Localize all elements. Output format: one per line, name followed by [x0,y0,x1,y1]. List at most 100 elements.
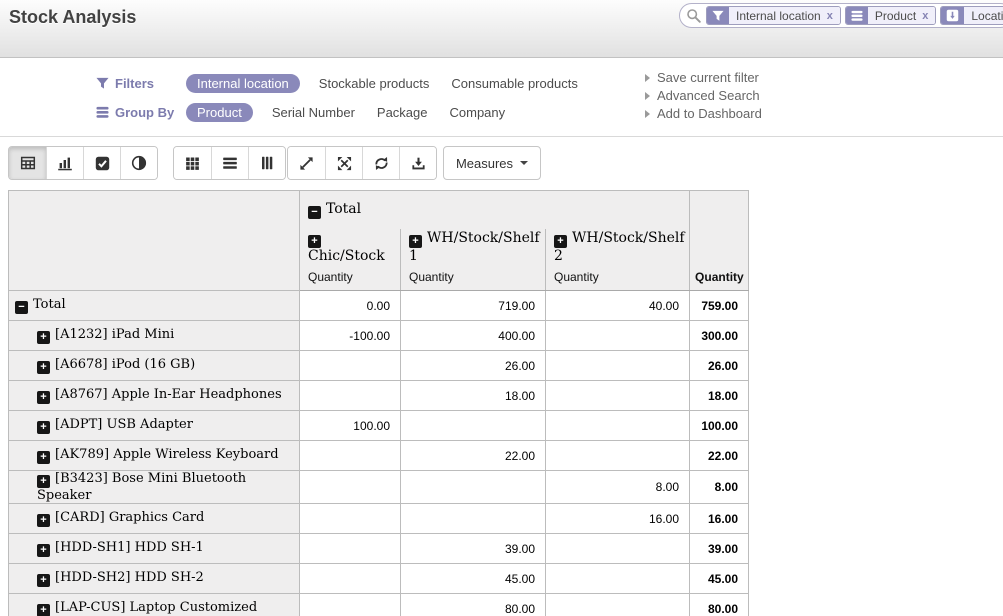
row-label-text: [B3423] Bose Mini Bluetooth Speaker [37,471,246,503]
adjust-contrast-view-button[interactable] [120,147,157,179]
group-by-option-serial-number[interactable]: Serial Number [263,103,364,122]
search-facet-filter[interactable]: Internal location x [706,6,841,25]
row-total-cell: 759.00 [690,291,749,321]
triangle-right-icon [645,92,650,100]
search-facet-measure[interactable]: Location x [940,6,1003,25]
row-expand-icon[interactable]: + [37,475,50,488]
pivot-corner-cell [9,191,300,291]
search-side-menu: Save current filter Advanced Search Add … [645,71,762,120]
value-cell [300,471,401,504]
row-label-text: [LAP-CUS] Laptop Customized [55,600,257,615]
col-group-total[interactable]: −Total [300,191,690,229]
bar-chart-view-button[interactable] [46,147,83,179]
row-label-cell[interactable]: + [LAP-CUS] Laptop Customized [9,594,300,616]
value-cell [546,534,690,564]
value-cell: 22.00 [401,441,546,471]
row-expand-icon[interactable]: + [37,604,50,616]
value-cell: 100.00 [300,411,401,441]
col-header-wh-stock-shelf-2[interactable]: +WH/Stock/Shelf 2 [546,229,690,265]
measure-arrow-icon [941,7,964,24]
refresh-button[interactable] [362,147,399,179]
row-label-cell[interactable]: +[HDD-SH1] HDD SH-1 [9,534,300,564]
measure-header[interactable]: Quantity [546,265,690,291]
row-expand-icon[interactable]: + [37,574,50,587]
facet-remove-button[interactable]: x [922,10,928,22]
col-header-chic-stock[interactable]: +Chic/Stock [300,229,401,265]
row-label-cell[interactable]: +[HDD-SH2] HDD SH-2 [9,564,300,594]
row-label-cell[interactable]: +[A1232] iPad Mini [9,321,300,351]
row-expand-icon[interactable]: + [37,391,50,404]
row-total-cell: 16.00 [690,504,749,534]
expand-icon[interactable]: + [308,235,321,248]
row-label-cell[interactable]: +[CARD] Graphics Card [9,504,300,534]
measure-header[interactable]: Quantity [300,265,401,291]
expand-icon[interactable]: + [409,235,422,248]
save-current-filter-item[interactable]: Save current filter [645,71,762,84]
row-label-cell[interactable]: +[B3423] Bose Mini Bluetooth Speaker [9,471,300,504]
group-by-option-product[interactable]: Product [186,103,253,122]
row-expand-icon[interactable]: + [37,514,50,527]
grid-cells-button[interactable] [174,147,211,179]
row-expand-icon[interactable]: + [37,451,50,464]
row-label-cell[interactable]: +[A8767] Apple In-Ear Headphones [9,381,300,411]
value-cell [546,594,690,616]
row-label-text: [ADPT] USB Adapter [55,417,193,432]
facet-label-text: Internal location [736,9,821,23]
group-by-option-package[interactable]: Package [368,103,437,122]
value-cell: 40.00 [546,291,690,321]
group-by-row: Group By Product Serial Number Package C… [96,102,591,123]
group-by-option-company[interactable]: Company [441,103,515,122]
filter-panel: Filters Internal location Stockable prod… [0,58,1003,137]
row-label-cell[interactable]: + [A6678] iPod (16 GB) [9,351,300,381]
value-cell [300,381,401,411]
group-by-heading[interactable]: Group By [96,105,186,120]
add-to-dashboard-item[interactable]: Add to Dashboard [645,107,762,120]
value-cell: 80.00 [401,594,546,616]
facet-remove-button[interactable]: x [827,10,833,22]
row-expand-icon[interactable]: + [37,544,50,557]
row-collapse-icon[interactable]: − [15,301,28,314]
expand-button[interactable] [288,147,325,179]
expand-icon[interactable]: + [554,235,567,248]
col-header-wh-stock-shelf-1[interactable]: +WH/Stock/Shelf 1 [401,229,546,265]
row-expand-icon[interactable]: + [37,361,50,374]
download-button[interactable] [399,147,436,179]
measure-header[interactable]: Quantity [401,265,546,291]
filter-option-stockable-products[interactable]: Stockable products [310,74,439,93]
pivot-body: −Total 0.00 719.00 40.00 759.00 +[A1232]… [9,291,749,616]
row-label-cell[interactable]: + [ADPT] USB Adapter [9,411,300,441]
row-expand-icon[interactable]: + [37,421,50,434]
value-cell [300,351,401,381]
value-cell: 8.00 [546,471,690,504]
measures-button[interactable]: Measures [443,146,541,180]
row-total-cell: 18.00 [690,381,749,411]
facet-label-text: Product [875,9,916,23]
row-label-text: [A6678] iPod (16 GB) [55,357,195,372]
search-bar[interactable]: Internal location x Product x Location x [679,3,1003,28]
search-facet-groupby[interactable]: Product x [845,6,936,25]
columns-button[interactable] [248,147,285,179]
pivot-table: −Total +Chic/Stock +WH/Stock/Shelf 1 +WH… [8,190,749,616]
filters-heading[interactable]: Filters [96,76,186,91]
arrows-alt-button[interactable] [325,147,362,179]
top-bar: Stock Analysis Internal location x Produ… [0,0,1003,58]
row-expand-icon[interactable]: + [37,331,50,344]
check-square-view-button[interactable] [83,147,120,179]
rows-button[interactable] [211,147,248,179]
row-label-cell[interactable]: +[AK789] Apple Wireless Keyboard [9,441,300,471]
value-cell: 45.00 [401,564,546,594]
filter-option-internal-location[interactable]: Internal location [186,74,300,93]
value-cell [546,441,690,471]
value-cell [546,564,690,594]
value-cell: 0.00 [300,291,401,321]
collapse-icon[interactable]: − [308,206,321,219]
value-cell [401,411,546,441]
value-cell: 26.00 [401,351,546,381]
row-total-cell: 300.00 [690,321,749,351]
table-view-button[interactable] [9,147,46,179]
filter-option-consumable-products[interactable]: Consumable products [442,74,586,93]
measure-header-total[interactable]: Quantity [690,265,749,291]
row-label-cell[interactable]: −Total [9,291,300,321]
advanced-search-item[interactable]: Advanced Search [645,89,762,102]
view-switcher-group [8,146,158,180]
